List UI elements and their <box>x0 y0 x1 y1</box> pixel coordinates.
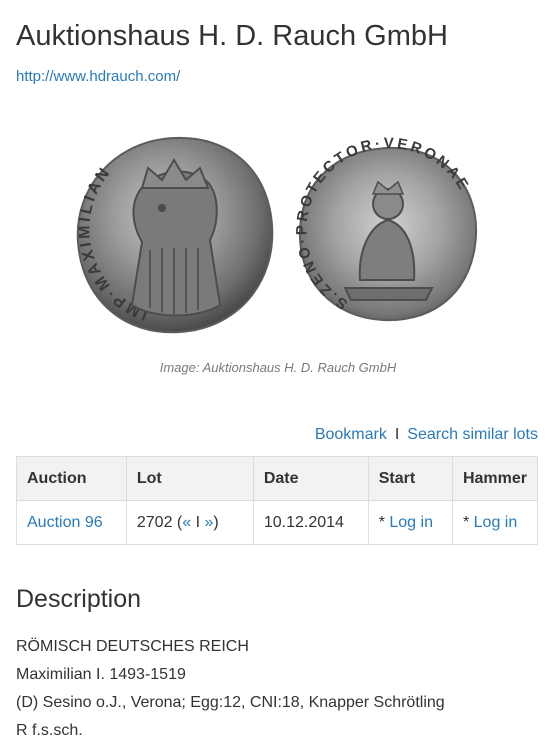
description-line: RÖMISCH DEUTSCHES REICH <box>16 638 249 655</box>
description-heading: Description <box>16 585 142 613</box>
search-similar-lots-link[interactable]: Search similar lots <box>407 426 538 443</box>
lot-navigation: (« I ») <box>176 513 219 531</box>
actions-separator: I <box>394 426 400 443</box>
image-caption: Image: Auktionshaus H. D. Rauch GmbH <box>159 360 397 375</box>
table-header-row: Auction Lot Date Start Hammer <box>16 456 539 501</box>
description-line: R f.s.sch. <box>16 722 83 739</box>
coin-photo: IMP·MAXIMILIAN S.ZENO·PROTECTOR·VERONAE <box>76 135 478 334</box>
coin-obverse: IMP·MAXIMILIAN <box>76 136 274 334</box>
lot-number: 2702 <box>136 513 173 531</box>
lot-nav-separator: I <box>195 513 201 531</box>
start-prefix: * <box>378 513 385 531</box>
auction-cell: Auction 96 <box>16 500 127 545</box>
lot-details-table: Auction Lot Date Start Hammer Auction 96… <box>16 456 539 545</box>
start-cell: * Log in <box>367 500 453 545</box>
table-row: Auction 96 2702 (« I ») 10.12.2014 * Log… <box>16 500 539 545</box>
lot-actions: Bookmark I Search similar lots <box>315 426 538 444</box>
lot-page: Auktionshaus H. D. Rauch GmbH http://www… <box>0 0 556 750</box>
description-line: (D) Sesino o.J., Verona; Egg:12, CNI:18,… <box>16 694 445 711</box>
column-header-start: Start <box>367 456 453 501</box>
column-header-hammer: Hammer <box>451 456 539 501</box>
page-title: Auktionshaus H. D. Rauch GmbH <box>16 20 448 52</box>
hammer-login-link[interactable]: Log in <box>474 514 518 531</box>
next-lot-link[interactable]: » <box>205 514 214 531</box>
bookmark-link[interactable]: Bookmark <box>315 426 387 443</box>
previous-lot-link[interactable]: « <box>182 514 191 531</box>
coin-image[interactable]: IMP·MAXIMILIAN S.ZENO·PROTECTOR·VERONAE <box>70 130 500 345</box>
description-line: Maximilian I. 1493-1519 <box>16 666 186 683</box>
column-header-lot: Lot <box>125 456 254 501</box>
coin-reverse: S.ZENO·PROTECTOR·VERONAE <box>293 135 478 322</box>
hammer-prefix: * <box>462 513 470 531</box>
start-login-link[interactable]: Log in <box>389 514 433 531</box>
column-header-auction: Auction <box>16 456 127 501</box>
date-cell: 10.12.2014 <box>252 500 369 545</box>
lot-cell: 2702 (« I ») <box>125 500 254 545</box>
auction-link[interactable]: Auction 96 <box>27 514 103 531</box>
column-header-date: Date <box>252 456 369 501</box>
auction-house-link[interactable]: http://www.hdrauch.com/ <box>16 68 180 85</box>
hammer-cell: * Log in <box>451 500 539 545</box>
description-text: RÖMISCH DEUTSCHES REICH Maximilian I. 14… <box>16 633 445 745</box>
